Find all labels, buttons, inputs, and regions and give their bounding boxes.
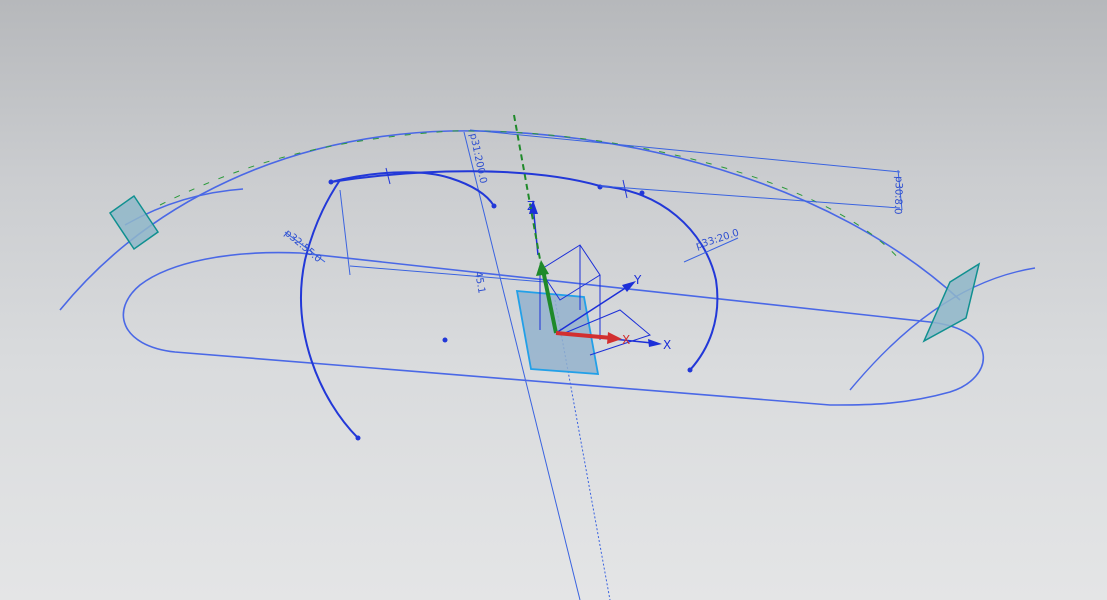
center-point[interactable]: [442, 337, 448, 343]
model-canvas[interactable]: p30:8.0 p31:200.0 p32:55.0 p33:20.0 45.1…: [0, 0, 1107, 600]
dimension-label[interactable]: p30:8.0: [892, 176, 904, 215]
outer-arc-curve[interactable]: [59, 130, 961, 311]
arrow-icon: [648, 339, 662, 347]
arrow-icon: [607, 332, 622, 344]
curve-endpoint[interactable]: [597, 184, 603, 190]
curve-endpoint[interactable]: [491, 203, 497, 209]
curve-endpoint[interactable]: [355, 435, 361, 441]
outer-arc-green-overlay: [159, 130, 901, 261]
cad-graphics-window[interactable]: p30:8.0 p31:200.0 p32:55.0 p33:20.0 45.1…: [0, 0, 1107, 600]
arc-right[interactable]: [599, 185, 719, 371]
arc-left[interactable]: [300, 179, 359, 439]
datum-plane-left[interactable]: [108, 194, 160, 251]
dimension-label[interactable]: 45.1: [472, 271, 487, 295]
dimension-line: [469, 129, 901, 173]
x-direction-label: X: [622, 333, 630, 347]
z-axis-label: Z: [527, 199, 535, 213]
dimension-label[interactable]: p32:55.0: [282, 228, 323, 265]
y-axis-label: Y: [633, 273, 642, 287]
arc-top-left[interactable]: [330, 171, 495, 207]
curve-endpoint[interactable]: [639, 190, 645, 196]
dimension-label[interactable]: p33:20.0: [695, 228, 741, 252]
x-axis-label: X: [663, 338, 671, 352]
arrow-icon: [536, 260, 549, 276]
dimension-line: [339, 189, 351, 276]
curve-endpoint[interactable]: [687, 367, 693, 373]
curve-endpoint[interactable]: [328, 179, 334, 185]
